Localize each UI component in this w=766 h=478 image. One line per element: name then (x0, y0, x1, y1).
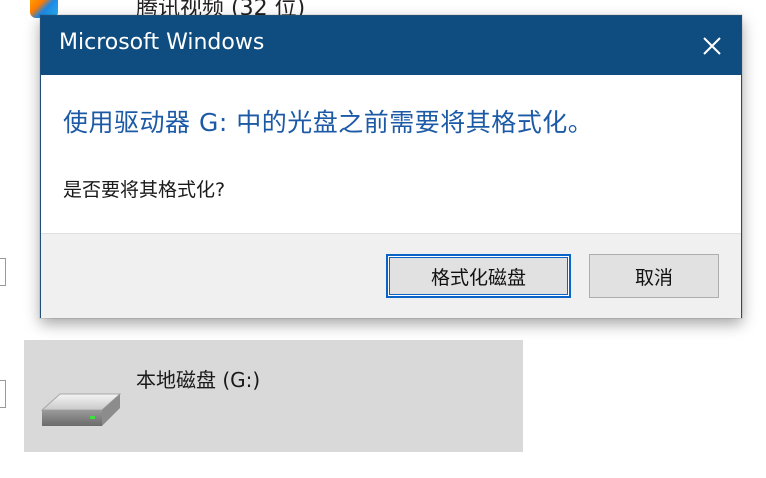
dialog-content: 使用驱动器 G: 中的光盘之前需要将其格式化。 是否要将其格式化? (41, 75, 741, 233)
drive-tile-g[interactable]: 本地磁盘 (G:) (24, 340, 523, 452)
left-edge-marker (0, 258, 6, 286)
format-disk-button[interactable]: 格式化磁盘 (386, 254, 571, 298)
dialog-footer: 格式化磁盘 取消 (41, 233, 741, 318)
cancel-button[interactable]: 取消 (589, 254, 719, 298)
hard-drive-icon (40, 393, 122, 426)
format-disk-dialog: Microsoft Windows 使用驱动器 G: 中的光盘之前需要将其格式化… (40, 15, 742, 318)
drive-label: 本地磁盘 (G:) (136, 368, 261, 392)
title-bar[interactable]: Microsoft Windows (41, 16, 741, 75)
left-edge-marker (0, 380, 6, 408)
close-icon (703, 36, 721, 55)
dialog-title: Microsoft Windows (59, 30, 265, 55)
confirmation-question: 是否要将其格式化? (63, 179, 226, 201)
main-instruction: 使用驱动器 G: 中的光盘之前需要将其格式化。 (63, 108, 594, 137)
close-button[interactable] (683, 16, 741, 75)
